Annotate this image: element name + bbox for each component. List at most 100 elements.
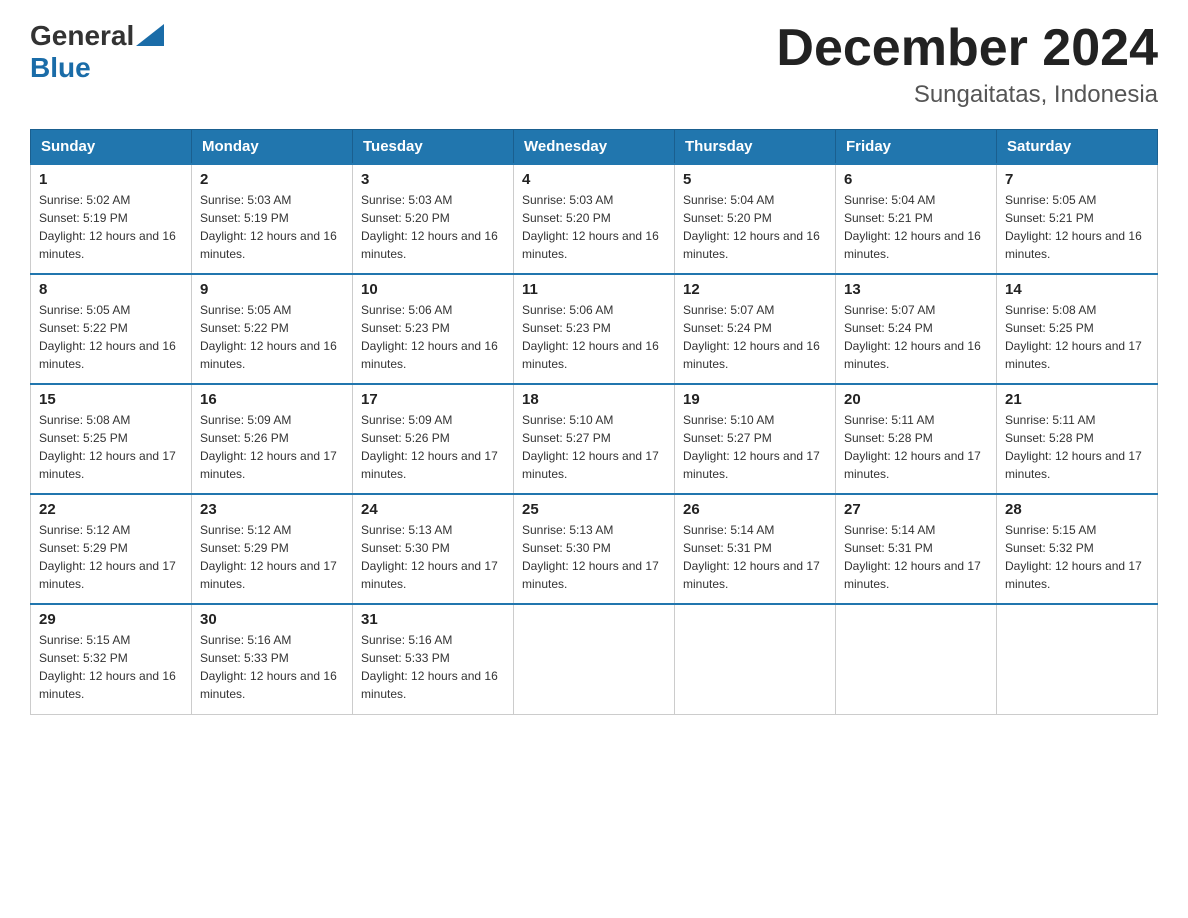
- calendar-cell: [836, 604, 997, 714]
- calendar-cell: 9 Sunrise: 5:05 AM Sunset: 5:22 PM Dayli…: [192, 274, 353, 384]
- day-info: Sunrise: 5:14 AM Sunset: 5:31 PM Dayligh…: [683, 521, 827, 593]
- calendar-cell: 11 Sunrise: 5:06 AM Sunset: 5:23 PM Dayl…: [514, 274, 675, 384]
- day-number: 25: [522, 501, 666, 518]
- day-info: Sunrise: 5:06 AM Sunset: 5:23 PM Dayligh…: [361, 301, 505, 373]
- day-number: 18: [522, 391, 666, 408]
- calendar-cell: 30 Sunrise: 5:16 AM Sunset: 5:33 PM Dayl…: [192, 604, 353, 714]
- day-number: 28: [1005, 501, 1149, 518]
- day-info: Sunrise: 5:05 AM Sunset: 5:22 PM Dayligh…: [200, 301, 344, 373]
- calendar-cell: 12 Sunrise: 5:07 AM Sunset: 5:24 PM Dayl…: [675, 274, 836, 384]
- day-info: Sunrise: 5:08 AM Sunset: 5:25 PM Dayligh…: [1005, 301, 1149, 373]
- calendar-cell: 20 Sunrise: 5:11 AM Sunset: 5:28 PM Dayl…: [836, 384, 997, 494]
- calendar-cell: 25 Sunrise: 5:13 AM Sunset: 5:30 PM Dayl…: [514, 494, 675, 604]
- day-info: Sunrise: 5:12 AM Sunset: 5:29 PM Dayligh…: [200, 521, 344, 593]
- day-number: 10: [361, 281, 505, 298]
- calendar-cell: 14 Sunrise: 5:08 AM Sunset: 5:25 PM Dayl…: [997, 274, 1158, 384]
- calendar-cell: 7 Sunrise: 5:05 AM Sunset: 5:21 PM Dayli…: [997, 164, 1158, 274]
- calendar-cell: 28 Sunrise: 5:15 AM Sunset: 5:32 PM Dayl…: [997, 494, 1158, 604]
- day-number: 5: [683, 171, 827, 188]
- calendar-cell: 18 Sunrise: 5:10 AM Sunset: 5:27 PM Dayl…: [514, 384, 675, 494]
- header-day-thursday: Thursday: [675, 130, 836, 165]
- day-info: Sunrise: 5:15 AM Sunset: 5:32 PM Dayligh…: [39, 631, 183, 703]
- day-number: 29: [39, 611, 183, 628]
- day-number: 22: [39, 501, 183, 518]
- day-number: 8: [39, 281, 183, 298]
- calendar-cell: 4 Sunrise: 5:03 AM Sunset: 5:20 PM Dayli…: [514, 164, 675, 274]
- calendar-cell: 5 Sunrise: 5:04 AM Sunset: 5:20 PM Dayli…: [675, 164, 836, 274]
- calendar-cell: 26 Sunrise: 5:14 AM Sunset: 5:31 PM Dayl…: [675, 494, 836, 604]
- day-number: 27: [844, 501, 988, 518]
- day-number: 7: [1005, 171, 1149, 188]
- day-number: 23: [200, 501, 344, 518]
- day-info: Sunrise: 5:05 AM Sunset: 5:21 PM Dayligh…: [1005, 191, 1149, 263]
- day-info: Sunrise: 5:10 AM Sunset: 5:27 PM Dayligh…: [683, 411, 827, 483]
- day-info: Sunrise: 5:03 AM Sunset: 5:19 PM Dayligh…: [200, 191, 344, 263]
- header-day-wednesday: Wednesday: [514, 130, 675, 165]
- title-block: December 2024 Sungaitatas, Indonesia: [776, 20, 1158, 109]
- header-day-sunday: Sunday: [31, 130, 192, 165]
- calendar-cell: 21 Sunrise: 5:11 AM Sunset: 5:28 PM Dayl…: [997, 384, 1158, 494]
- calendar-week-1: 1 Sunrise: 5:02 AM Sunset: 5:19 PM Dayli…: [31, 164, 1158, 274]
- calendar-week-4: 22 Sunrise: 5:12 AM Sunset: 5:29 PM Dayl…: [31, 494, 1158, 604]
- calendar-cell: 31 Sunrise: 5:16 AM Sunset: 5:33 PM Dayl…: [353, 604, 514, 714]
- calendar-cell: [997, 604, 1158, 714]
- day-info: Sunrise: 5:10 AM Sunset: 5:27 PM Dayligh…: [522, 411, 666, 483]
- day-number: 1: [39, 171, 183, 188]
- day-info: Sunrise: 5:16 AM Sunset: 5:33 PM Dayligh…: [361, 631, 505, 703]
- day-number: 11: [522, 281, 666, 298]
- calendar-cell: 3 Sunrise: 5:03 AM Sunset: 5:20 PM Dayli…: [353, 164, 514, 274]
- calendar-week-2: 8 Sunrise: 5:05 AM Sunset: 5:22 PM Dayli…: [31, 274, 1158, 384]
- day-number: 6: [844, 171, 988, 188]
- logo-general-text: General: [30, 20, 134, 52]
- calendar-cell: 22 Sunrise: 5:12 AM Sunset: 5:29 PM Dayl…: [31, 494, 192, 604]
- calendar-cell: 15 Sunrise: 5:08 AM Sunset: 5:25 PM Dayl…: [31, 384, 192, 494]
- day-info: Sunrise: 5:03 AM Sunset: 5:20 PM Dayligh…: [522, 191, 666, 263]
- day-info: Sunrise: 5:07 AM Sunset: 5:24 PM Dayligh…: [683, 301, 827, 373]
- calendar-header-row: SundayMondayTuesdayWednesdayThursdayFrid…: [31, 130, 1158, 165]
- calendar-cell: 17 Sunrise: 5:09 AM Sunset: 5:26 PM Dayl…: [353, 384, 514, 494]
- calendar-cell: [514, 604, 675, 714]
- header-day-tuesday: Tuesday: [353, 130, 514, 165]
- calendar-title: December 2024: [776, 20, 1158, 77]
- day-info: Sunrise: 5:06 AM Sunset: 5:23 PM Dayligh…: [522, 301, 666, 373]
- day-number: 24: [361, 501, 505, 518]
- header-day-saturday: Saturday: [997, 130, 1158, 165]
- calendar-cell: 10 Sunrise: 5:06 AM Sunset: 5:23 PM Dayl…: [353, 274, 514, 384]
- day-info: Sunrise: 5:09 AM Sunset: 5:26 PM Dayligh…: [361, 411, 505, 483]
- day-info: Sunrise: 5:07 AM Sunset: 5:24 PM Dayligh…: [844, 301, 988, 373]
- calendar-cell: 19 Sunrise: 5:10 AM Sunset: 5:27 PM Dayl…: [675, 384, 836, 494]
- day-info: Sunrise: 5:16 AM Sunset: 5:33 PM Dayligh…: [200, 631, 344, 703]
- calendar-cell: 29 Sunrise: 5:15 AM Sunset: 5:32 PM Dayl…: [31, 604, 192, 714]
- day-number: 4: [522, 171, 666, 188]
- header-day-friday: Friday: [836, 130, 997, 165]
- logo: General Blue: [30, 20, 164, 84]
- day-info: Sunrise: 5:02 AM Sunset: 5:19 PM Dayligh…: [39, 191, 183, 263]
- day-number: 9: [200, 281, 344, 298]
- day-info: Sunrise: 5:04 AM Sunset: 5:21 PM Dayligh…: [844, 191, 988, 263]
- day-info: Sunrise: 5:04 AM Sunset: 5:20 PM Dayligh…: [683, 191, 827, 263]
- day-number: 14: [1005, 281, 1149, 298]
- day-number: 21: [1005, 391, 1149, 408]
- day-info: Sunrise: 5:13 AM Sunset: 5:30 PM Dayligh…: [522, 521, 666, 593]
- calendar-cell: 24 Sunrise: 5:13 AM Sunset: 5:30 PM Dayl…: [353, 494, 514, 604]
- calendar-cell: 8 Sunrise: 5:05 AM Sunset: 5:22 PM Dayli…: [31, 274, 192, 384]
- day-info: Sunrise: 5:09 AM Sunset: 5:26 PM Dayligh…: [200, 411, 344, 483]
- calendar-cell: 6 Sunrise: 5:04 AM Sunset: 5:21 PM Dayli…: [836, 164, 997, 274]
- calendar-cell: 27 Sunrise: 5:14 AM Sunset: 5:31 PM Dayl…: [836, 494, 997, 604]
- calendar-cell: [675, 604, 836, 714]
- logo-icon: [136, 24, 164, 51]
- day-info: Sunrise: 5:14 AM Sunset: 5:31 PM Dayligh…: [844, 521, 988, 593]
- day-number: 3: [361, 171, 505, 188]
- calendar-cell: 2 Sunrise: 5:03 AM Sunset: 5:19 PM Dayli…: [192, 164, 353, 274]
- day-number: 19: [683, 391, 827, 408]
- day-info: Sunrise: 5:11 AM Sunset: 5:28 PM Dayligh…: [1005, 411, 1149, 483]
- day-number: 30: [200, 611, 344, 628]
- day-info: Sunrise: 5:05 AM Sunset: 5:22 PM Dayligh…: [39, 301, 183, 373]
- logo-blue-text: Blue: [30, 52, 91, 84]
- header-day-monday: Monday: [192, 130, 353, 165]
- day-info: Sunrise: 5:15 AM Sunset: 5:32 PM Dayligh…: [1005, 521, 1149, 593]
- day-number: 31: [361, 611, 505, 628]
- page-header: General Blue December 2024 Sungaitatas, …: [30, 20, 1158, 109]
- calendar-table: SundayMondayTuesdayWednesdayThursdayFrid…: [30, 129, 1158, 715]
- day-number: 13: [844, 281, 988, 298]
